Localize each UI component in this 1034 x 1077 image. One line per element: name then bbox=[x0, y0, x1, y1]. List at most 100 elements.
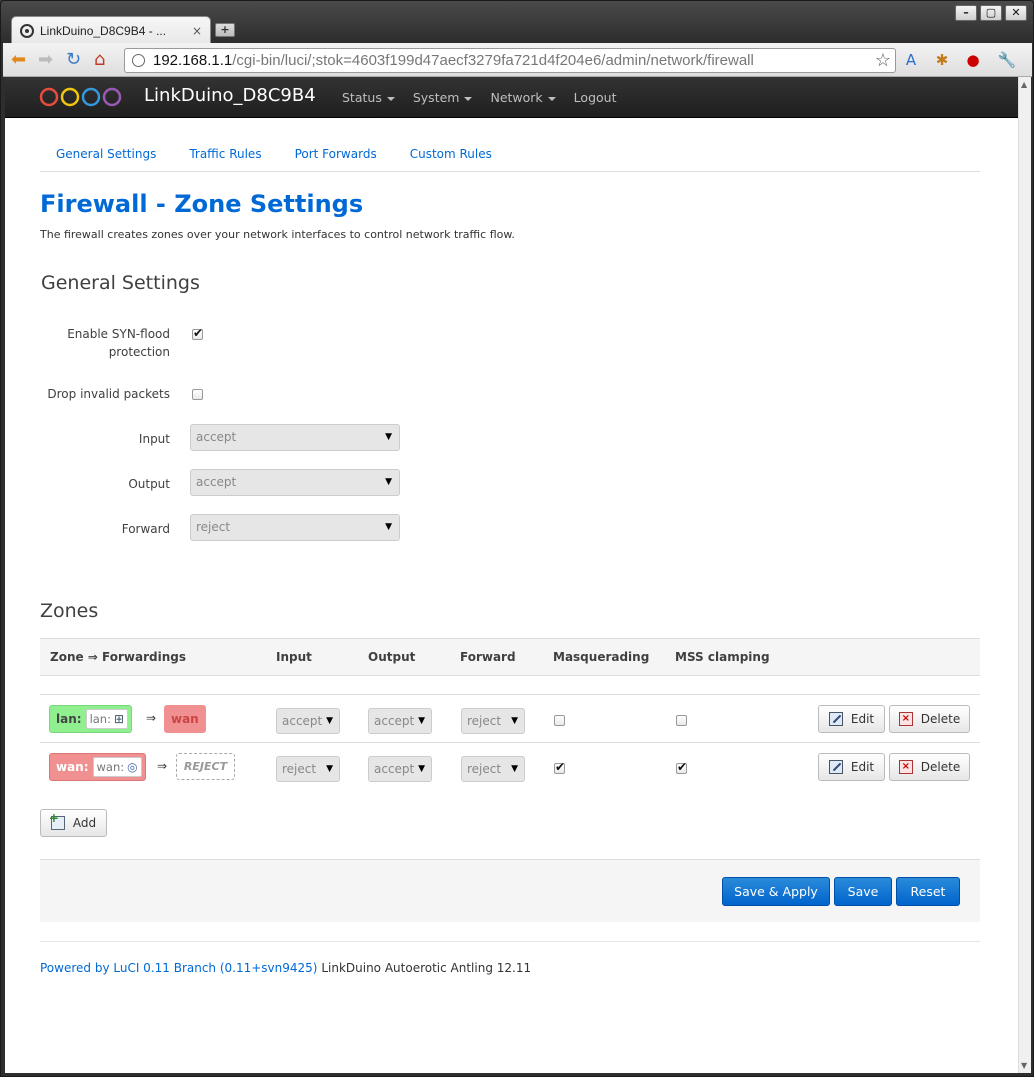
brand-name[interactable]: LinkDuino_D8C9B4 bbox=[144, 85, 316, 106]
url-host: 192.168.1.1 bbox=[153, 52, 233, 69]
add-label: Add bbox=[72, 816, 97, 830]
lan-input-select[interactable]: accept ▼ bbox=[276, 708, 340, 734]
tab-custom-rules[interactable]: Custom Rules bbox=[394, 135, 509, 171]
col-masquerading: Masquerading bbox=[553, 650, 650, 664]
forward-target-wan: wan bbox=[164, 705, 206, 733]
footer-divider bbox=[40, 941, 980, 942]
wan-input-select[interactable]: reject ▼ bbox=[276, 756, 340, 782]
scroll-up-icon[interactable]: ▲ bbox=[1021, 80, 1027, 89]
chevron-down-icon bbox=[386, 96, 395, 101]
wan-edit-button[interactable]: Edit bbox=[818, 753, 885, 781]
lan-forward-select[interactable]: reject ▼ bbox=[461, 708, 525, 734]
bug-extension-icon[interactable]: ✱ bbox=[932, 50, 952, 70]
forward-arrow: ⇒ bbox=[146, 711, 157, 725]
drop-invalid-checkbox[interactable] bbox=[192, 389, 203, 400]
interface-label: lan: bbox=[89, 712, 111, 726]
menu-network[interactable]: Network bbox=[490, 90, 556, 105]
wan-mss-clamping-checkbox[interactable] bbox=[676, 760, 687, 774]
menu-status[interactable]: Status bbox=[342, 90, 395, 105]
row-divider bbox=[40, 694, 980, 695]
wan-output-select[interactable]: accept ▼ bbox=[368, 756, 432, 782]
zone-interface: lan: ⊞ bbox=[85, 709, 129, 729]
syn-flood-checkbox[interactable] bbox=[192, 326, 203, 340]
delete-label: Delete bbox=[920, 760, 961, 774]
minimize-button[interactable]: – bbox=[955, 5, 977, 21]
adblock-extension-icon[interactable]: ● bbox=[963, 50, 983, 70]
chevron-down-icon bbox=[547, 96, 556, 101]
chevron-down-icon bbox=[464, 96, 473, 101]
select-arrow-icon: ▼ bbox=[326, 764, 333, 774]
delete-icon: × bbox=[898, 712, 913, 726]
forward-policy-value: reject bbox=[196, 520, 231, 534]
forward-target-label: wan bbox=[171, 712, 199, 726]
address-bar[interactable]: 192.168.1.1/cgi-bin/luci/;stok=4603f199d… bbox=[124, 48, 896, 73]
select-arrow-icon: ▼ bbox=[418, 764, 425, 774]
edit-label: Edit bbox=[850, 712, 875, 726]
scroll-down-icon[interactable]: ▼ bbox=[1021, 1061, 1027, 1070]
forward-policy-select[interactable]: reject ▼ bbox=[190, 514, 400, 541]
menu-system[interactable]: System bbox=[413, 90, 473, 105]
back-icon[interactable]: ⬅ bbox=[11, 50, 26, 70]
tab-close-icon[interactable]: × bbox=[192, 24, 202, 38]
select-arrow-icon: ▼ bbox=[385, 432, 392, 442]
select-arrow-icon: ▼ bbox=[385, 522, 392, 532]
tab-port-forwards[interactable]: Port Forwards bbox=[279, 135, 394, 171]
add-zone-button[interactable]: Add bbox=[40, 809, 107, 837]
forward-target-reject: REJECT bbox=[176, 753, 235, 780]
lan-input-value: accept bbox=[282, 714, 323, 728]
tab-general-settings[interactable]: General Settings bbox=[40, 135, 173, 171]
reset-button[interactable]: Reset bbox=[896, 877, 960, 906]
output-policy-value: accept bbox=[196, 475, 237, 489]
select-arrow-icon: ▼ bbox=[511, 764, 518, 774]
select-arrow-icon: ▼ bbox=[326, 716, 333, 726]
page-viewport: LinkDuino_D8C9B4 Status System Network L… bbox=[5, 77, 1018, 1073]
save-apply-button[interactable]: Save & Apply bbox=[722, 877, 830, 906]
lan-mss-clamping-checkbox[interactable] bbox=[676, 715, 687, 726]
lan-edit-button[interactable]: Edit bbox=[818, 705, 885, 733]
lan-forward-value: reject bbox=[467, 714, 502, 728]
wan-masquerading-checkbox[interactable] bbox=[554, 760, 565, 774]
url-path: /cgi-bin/luci/;stok=4603f199d47aecf3279f… bbox=[232, 52, 754, 69]
col-output: Output bbox=[368, 650, 416, 664]
home-icon[interactable]: ⌂ bbox=[94, 50, 105, 70]
ethernet-icon: ⊞ bbox=[113, 712, 125, 726]
syn-flood-label-line1: Enable SYN-flood bbox=[67, 327, 170, 341]
maximize-button[interactable]: ▢ bbox=[980, 5, 1002, 21]
vertical-scrollbar[interactable]: ▲ ▼ bbox=[1018, 77, 1031, 1073]
menu-status-label: Status bbox=[342, 90, 382, 105]
lan-delete-button[interactable]: × Delete bbox=[889, 705, 970, 733]
translate-extension-icon[interactable]: A bbox=[901, 50, 921, 70]
firewall-subtabs: General Settings Traffic Rules Port Forw… bbox=[40, 135, 980, 172]
output-policy-select[interactable]: accept ▼ bbox=[190, 469, 400, 496]
zone-badge-wan: wan: wan: ◎ bbox=[49, 753, 146, 781]
menu-logout[interactable]: Logout bbox=[574, 90, 617, 105]
delete-icon: × bbox=[898, 760, 913, 774]
lan-masquerading-checkbox[interactable] bbox=[554, 715, 565, 726]
globe-icon bbox=[132, 54, 145, 67]
zone-name: wan: bbox=[56, 760, 89, 774]
zones-table-header: Zone ⇒ Forwardings Input Output Forward … bbox=[40, 638, 980, 676]
lan-output-select[interactable]: accept ▼ bbox=[368, 708, 432, 734]
save-button[interactable]: Save bbox=[834, 877, 892, 906]
close-window-button[interactable]: ✕ bbox=[1005, 5, 1027, 21]
interface-label: wan: bbox=[96, 760, 125, 774]
select-arrow-icon: ▼ bbox=[385, 477, 392, 487]
forward-icon[interactable]: ➡ bbox=[38, 50, 53, 70]
footer-text: LinkDuino Autoerotic Antling 12.11 bbox=[317, 961, 532, 975]
favicon-icon bbox=[20, 23, 34, 38]
wan-globe-icon: ◎ bbox=[127, 760, 138, 774]
new-tab-button[interactable]: + bbox=[215, 23, 235, 37]
bookmark-star-icon[interactable]: ☆ bbox=[875, 49, 891, 72]
edit-label: Edit bbox=[850, 760, 875, 774]
tab-title: LinkDuino_D8C9B4 - ... bbox=[40, 23, 167, 38]
zone-interface: wan: ◎ bbox=[92, 757, 142, 777]
luci-link[interactable]: Powered by LuCI 0.11 Branch (0.11+svn942… bbox=[40, 961, 318, 975]
wan-forward-select[interactable]: reject ▼ bbox=[461, 756, 525, 782]
wan-output-value: accept bbox=[374, 762, 415, 776]
wan-delete-button[interactable]: × Delete bbox=[889, 753, 970, 781]
input-policy-select[interactable]: accept ▼ bbox=[190, 424, 400, 451]
tab-traffic-rules[interactable]: Traffic Rules bbox=[173, 135, 278, 171]
browser-tab[interactable]: LinkDuino_D8C9B4 - ... × bbox=[11, 16, 211, 44]
wrench-menu-icon[interactable]: 🔧 bbox=[997, 50, 1017, 70]
reload-icon[interactable]: ↻ bbox=[66, 50, 81, 70]
